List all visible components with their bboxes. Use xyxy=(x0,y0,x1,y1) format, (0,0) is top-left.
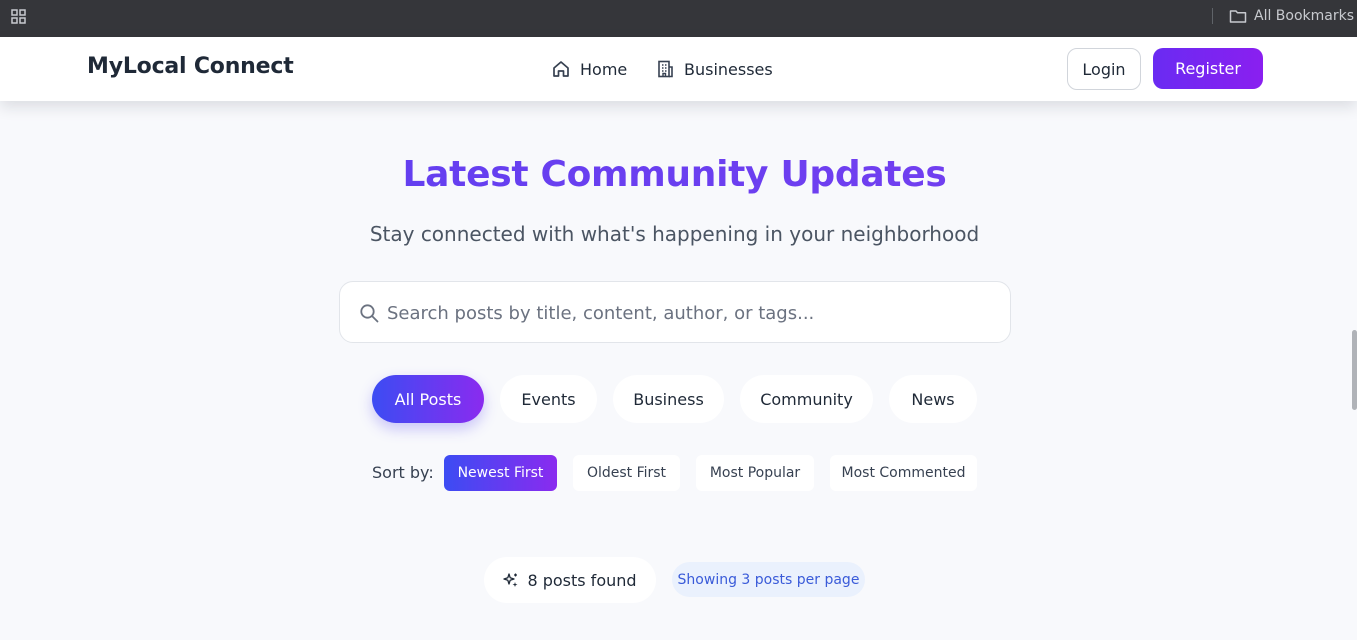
sort-most-commented[interactable]: Most Commented xyxy=(830,455,977,491)
folder-icon xyxy=(1229,10,1247,23)
register-button[interactable]: Register xyxy=(1153,48,1263,89)
login-button[interactable]: Login xyxy=(1067,48,1141,90)
page-scrollbar[interactable] xyxy=(1352,330,1357,410)
search-icon xyxy=(360,304,379,323)
posts-found-badge: 8 posts found xyxy=(484,557,656,603)
bookmarks-divider xyxy=(1212,8,1213,24)
category-business[interactable]: Business xyxy=(613,375,724,423)
apps-grid-icon[interactable] xyxy=(11,8,27,24)
all-bookmarks-label: All Bookmarks xyxy=(1254,8,1355,24)
category-community[interactable]: Community xyxy=(740,375,873,423)
search-input[interactable] xyxy=(387,296,987,330)
bookmarks-bar: All Bookmarks xyxy=(0,0,1357,37)
all-bookmarks-button[interactable]: All Bookmarks xyxy=(1229,6,1354,26)
building-icon xyxy=(658,60,673,78)
home-icon xyxy=(553,61,569,77)
brand-logo-text[interactable]: MyLocal Connect xyxy=(87,54,294,79)
posts-per-page-badge: Showing 3 posts per page xyxy=(672,562,865,597)
nav-home-label: Home xyxy=(580,59,628,79)
nav-businesses-label: Businesses xyxy=(684,59,773,79)
page-subtitle: Stay connected with what's happening in … xyxy=(369,222,980,246)
category-events[interactable]: Events xyxy=(500,375,597,423)
sort-most-popular[interactable]: Most Popular xyxy=(696,455,814,491)
sparkles-icon xyxy=(503,573,518,587)
search-box xyxy=(339,281,1011,343)
sort-label: Sort by: xyxy=(372,463,434,482)
page-title: Latest Community Updates xyxy=(0,154,1349,195)
top-navbar: MyLocal Connect Home Businesses Login Re… xyxy=(0,37,1357,101)
posts-found-count: 8 posts found xyxy=(527,570,637,590)
nav-businesses-link[interactable]: Businesses xyxy=(655,57,773,81)
category-news[interactable]: News xyxy=(889,375,977,423)
nav-home-link[interactable]: Home xyxy=(551,57,627,81)
category-all-posts[interactable]: All Posts xyxy=(372,375,484,423)
sort-oldest-first[interactable]: Oldest First xyxy=(573,455,680,491)
sort-newest-first[interactable]: Newest First xyxy=(444,455,557,491)
